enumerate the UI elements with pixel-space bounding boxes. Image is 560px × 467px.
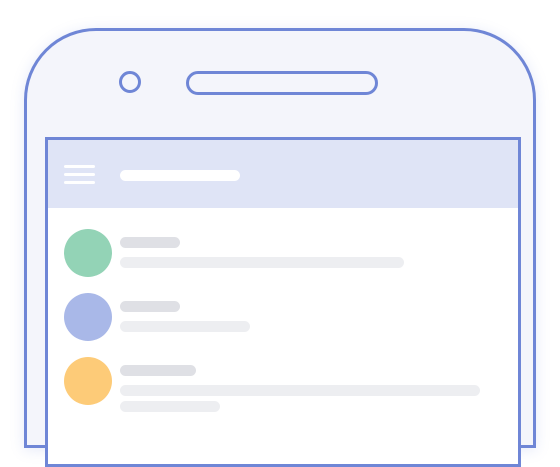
list-item-subtitle-placeholder (120, 321, 250, 332)
list-item-subtitle-placeholder (120, 385, 480, 396)
menu-icon-bar (64, 181, 95, 184)
list-item-subtitle-placeholder (120, 257, 404, 268)
avatar (64, 229, 112, 277)
list-item-title-placeholder (120, 365, 196, 376)
front-camera-icon (119, 71, 141, 93)
app-title-placeholder (120, 170, 240, 181)
list-item-title-placeholder (120, 301, 180, 312)
phone-screen (45, 137, 521, 467)
app-bar (48, 140, 518, 208)
phone-device-outline (24, 28, 536, 467)
list-item-subtitle-placeholder (120, 401, 220, 412)
avatar (64, 357, 112, 405)
avatar (64, 293, 112, 341)
hamburger-menu-icon[interactable] (64, 165, 95, 185)
menu-icon-bar (64, 173, 95, 176)
list-item-title-placeholder (120, 237, 180, 248)
menu-icon-bar (64, 165, 95, 168)
earpiece-speaker (186, 71, 378, 95)
